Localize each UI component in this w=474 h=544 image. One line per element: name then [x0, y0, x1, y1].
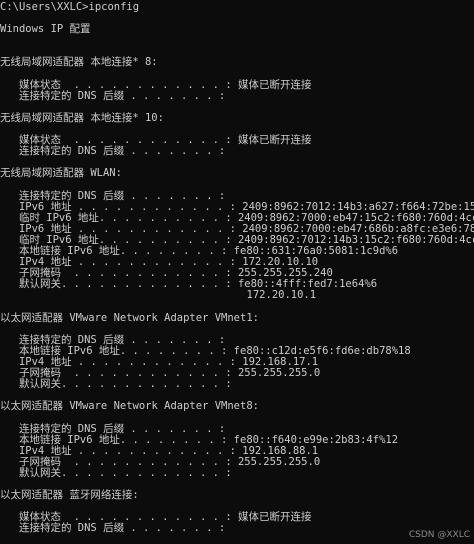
console-line: 默认网关. . . . . . . . . . . . . :	[0, 466, 232, 479]
console-line: C:\Users\XXLC>ipconfig	[0, 1, 140, 13]
console-line: 以太网适配器 VMware Network Adapter VMnet8:	[0, 400, 259, 413]
console-line: 以太网适配器 VMware Network Adapter VMnet1:	[0, 311, 259, 324]
console-line: 无线局域网适配器 本地连接* 10:	[0, 111, 164, 124]
console-line: 默认网关. . . . . . . . . . . . . :	[0, 378, 232, 391]
console-line: 连接特定的 DNS 后缀 . . . . . . . :	[0, 522, 226, 535]
console-line: 以太网适配器 蓝牙网络连接:	[0, 489, 139, 502]
terminal-output[interactable]: C:\Users\XXLC>ipconfig Windows IP 配置无线局域网…	[0, 0, 474, 544]
watermark-text: CSDN @XXLC	[408, 530, 470, 540]
console-line: 连接特定的 DNS 后缀 . . . . . . . :	[0, 145, 226, 158]
console-line: 无线局域网适配器 WLAN:	[0, 167, 122, 180]
console-line: 无线局域网适配器 本地连接* 8:	[0, 56, 158, 69]
console-line: 连接特定的 DNS 后缀 . . . . . . . :	[0, 89, 226, 102]
console-line: 连接特定的 DNS 后缀 . . . . . . . :	[0, 422, 226, 435]
console-line: Windows IP 配置	[0, 23, 91, 36]
console-line: 172.20.10.1	[0, 289, 317, 302]
